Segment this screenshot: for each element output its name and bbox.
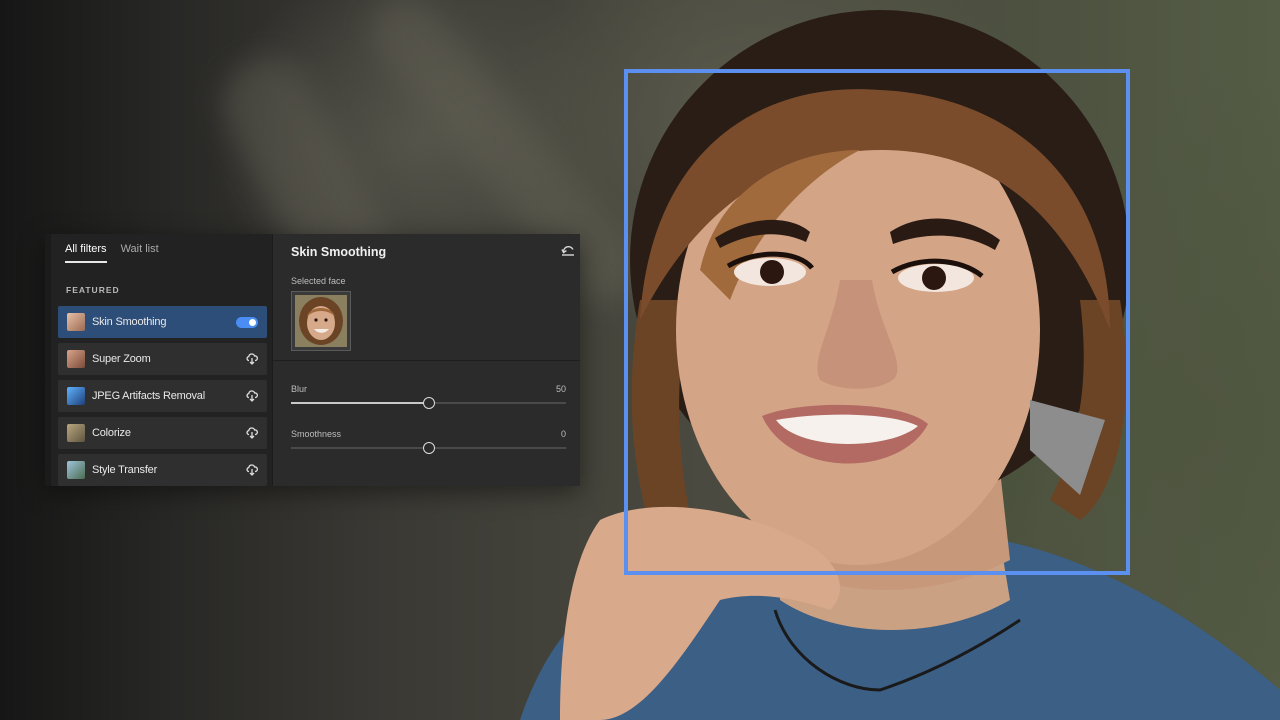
colorize-thumbnail <box>67 424 85 442</box>
super-zoom-thumbnail <box>67 350 85 368</box>
filter-item-style-transfer[interactable]: Style Transfer <box>58 454 267 486</box>
smoothness-value: 0 <box>560 429 566 439</box>
blur-label: Blur <box>291 384 308 394</box>
blur-value: 50 <box>555 384 566 394</box>
selected-face-label: Selected face <box>291 276 346 286</box>
toggle-knob <box>249 319 256 326</box>
filter-item-skin-smoothing[interactable]: Skin Smoothing <box>58 306 267 338</box>
section-divider <box>273 360 580 361</box>
cloud-download-icon[interactable] <box>246 353 258 365</box>
smoothness-slider-track[interactable] <box>291 442 566 454</box>
cloud-download-icon[interactable] <box>246 464 258 476</box>
skin-smoothing-toggle[interactable] <box>236 317 258 328</box>
filter-item-colorize[interactable]: Colorize <box>58 417 267 449</box>
settings-title: Skin Smoothing <box>291 245 387 259</box>
cloud-download-icon[interactable] <box>246 390 258 402</box>
filter-sidebar: All filters Wait list FEATURED Skin Smoo… <box>51 234 272 486</box>
filter-item-jpeg-artifacts-removal[interactable]: JPEG Artifacts Removal <box>58 380 267 412</box>
reset-icon[interactable] <box>560 243 576 259</box>
filter-tabs: All filters Wait list <box>65 243 159 263</box>
filter-item-super-zoom[interactable]: Super Zoom <box>58 343 267 375</box>
style-transfer-thumbnail <box>67 461 85 479</box>
filter-label: Skin Smoothing <box>92 316 167 328</box>
neural-filters-panel: All filters Wait list FEATURED Skin Smoo… <box>45 234 580 486</box>
tab-wait-list[interactable]: Wait list <box>121 243 159 263</box>
smoothness-slider-handle[interactable] <box>422 442 435 454</box>
selected-face-thumbnail[interactable] <box>291 291 351 351</box>
filter-label: Style Transfer <box>92 464 158 476</box>
cloud-download-icon[interactable] <box>246 427 258 439</box>
section-label-featured: FEATURED <box>66 285 120 295</box>
filter-settings: Skin Smoothing Selected face Blur 50 Smo… <box>272 234 580 486</box>
blur-slider-handle[interactable] <box>422 397 435 409</box>
face-detection-frame[interactable] <box>624 69 1130 575</box>
tab-all-filters[interactable]: All filters <box>65 243 107 263</box>
blur-slider-fill <box>291 402 429 404</box>
smoothness-label: Smoothness <box>291 429 342 439</box>
face-thumbnail-image <box>295 295 347 347</box>
skin-smoothing-thumbnail <box>67 313 85 331</box>
filter-label: JPEG Artifacts Removal <box>92 390 205 402</box>
jpeg-artifacts-thumbnail <box>67 387 85 405</box>
filter-label: Super Zoom <box>92 353 151 365</box>
filter-label: Colorize <box>92 427 131 439</box>
blur-slider-track[interactable] <box>291 397 566 409</box>
filter-list: Skin Smoothing Super Zoom JPEG Artifacts… <box>58 306 267 491</box>
